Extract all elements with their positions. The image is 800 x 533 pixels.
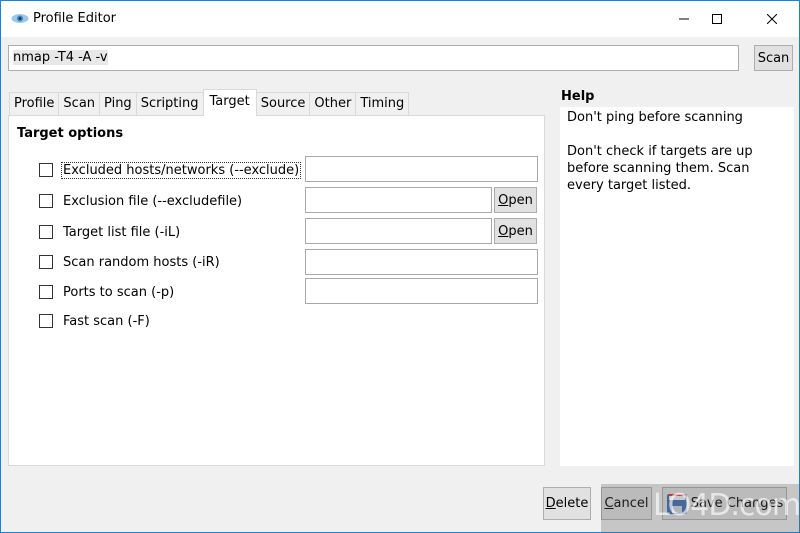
random-hosts-label[interactable]: Scan random hosts (-iR) [62,255,221,270]
help-title: Help [561,89,595,104]
target-list-open-button[interactable]: Open [494,218,537,244]
help-body: Don't check if targets are up before sca… [567,144,753,193]
scan-button[interactable]: Scan [754,45,793,71]
tab-source[interactable]: Source [255,92,311,116]
tab-bar: Profile Scan Ping Scripting Target Sourc… [9,89,410,116]
fast-scan-checkbox[interactable] [39,314,53,328]
ports-input[interactable] [305,278,538,304]
option-fast-scan: Fast scan (-F) [39,311,151,331]
help-heading: Don't ping before scanning [567,110,743,125]
cancel-label-rest: ancel [613,496,649,511]
save-changes-button[interactable]: Save Changes [662,487,787,520]
exclude-label[interactable]: Excluded hosts/networks (--exclude) [60,161,302,179]
excludefile-label[interactable]: Exclusion file (--excludefile) [62,194,243,209]
delete-button[interactable]: Delete [543,487,591,520]
ports-label[interactable]: Ports to scan (-p) [62,285,175,300]
random-hosts-checkbox[interactable] [39,255,53,269]
option-exclude: Excluded hosts/networks (--exclude) [39,160,302,180]
save-changes-label: Save Changes [690,496,784,511]
target-list-label[interactable]: Target list file (-iL) [62,225,181,240]
excludefile-input[interactable] [305,187,492,213]
minimize-icon [679,18,689,20]
fast-scan-label[interactable]: Fast scan (-F) [62,314,151,329]
tab-scan[interactable]: Scan [58,92,101,116]
command-input[interactable]: nmap -T4 -A -v [8,45,739,71]
floppy-disk-icon [666,493,687,514]
random-hosts-input[interactable] [305,249,538,275]
cancel-mnemonic: C [604,496,614,511]
help-panel: Don't ping before scanning Don't check i… [560,107,794,466]
cancel-button[interactable]: Cancel [601,487,652,520]
delete-label-rest: elete [555,496,589,511]
delete-mnemonic: D [545,496,556,511]
maximize-icon [712,14,722,24]
tab-scripting[interactable]: Scripting [135,92,204,116]
target-options-pane: Target options Excluded hosts/networks (… [8,115,545,466]
option-excludefile: Exclusion file (--excludefile) [39,191,243,211]
open-label-rest: pen [508,223,533,239]
title-bar: Profile Editor [1,1,799,37]
exclude-checkbox[interactable] [39,163,53,177]
command-text: nmap -T4 -A -v [13,50,108,65]
option-target-list: Target list file (-iL) [39,222,181,242]
tab-ping[interactable]: Ping [99,92,137,116]
eye-icon [11,14,29,23]
open-label-rest: pen [508,192,533,208]
section-title: Target options [17,126,124,141]
maximize-button[interactable] [694,1,740,37]
target-list-checkbox[interactable] [39,225,53,239]
excludefile-checkbox[interactable] [39,194,53,208]
close-icon [767,14,777,24]
window-title: Profile Editor [33,11,117,26]
tab-other[interactable]: Other [309,92,357,116]
option-random-hosts: Scan random hosts (-iR) [39,252,221,272]
open-mnemonic: O [498,192,509,208]
ports-checkbox[interactable] [39,285,53,299]
option-ports: Ports to scan (-p) [39,282,175,302]
target-list-input[interactable] [305,218,492,244]
open-mnemonic: O [498,223,509,239]
profile-editor-window: Profile Editor nmap -T4 -A -v Scan Profi… [0,0,800,533]
close-button[interactable] [749,1,795,37]
tab-timing[interactable]: Timing [355,92,410,116]
tab-target[interactable]: Target [202,89,257,116]
exclude-input[interactable] [305,156,538,182]
tab-profile[interactable]: Profile [9,92,60,116]
excludefile-open-button[interactable]: Open [494,187,537,213]
